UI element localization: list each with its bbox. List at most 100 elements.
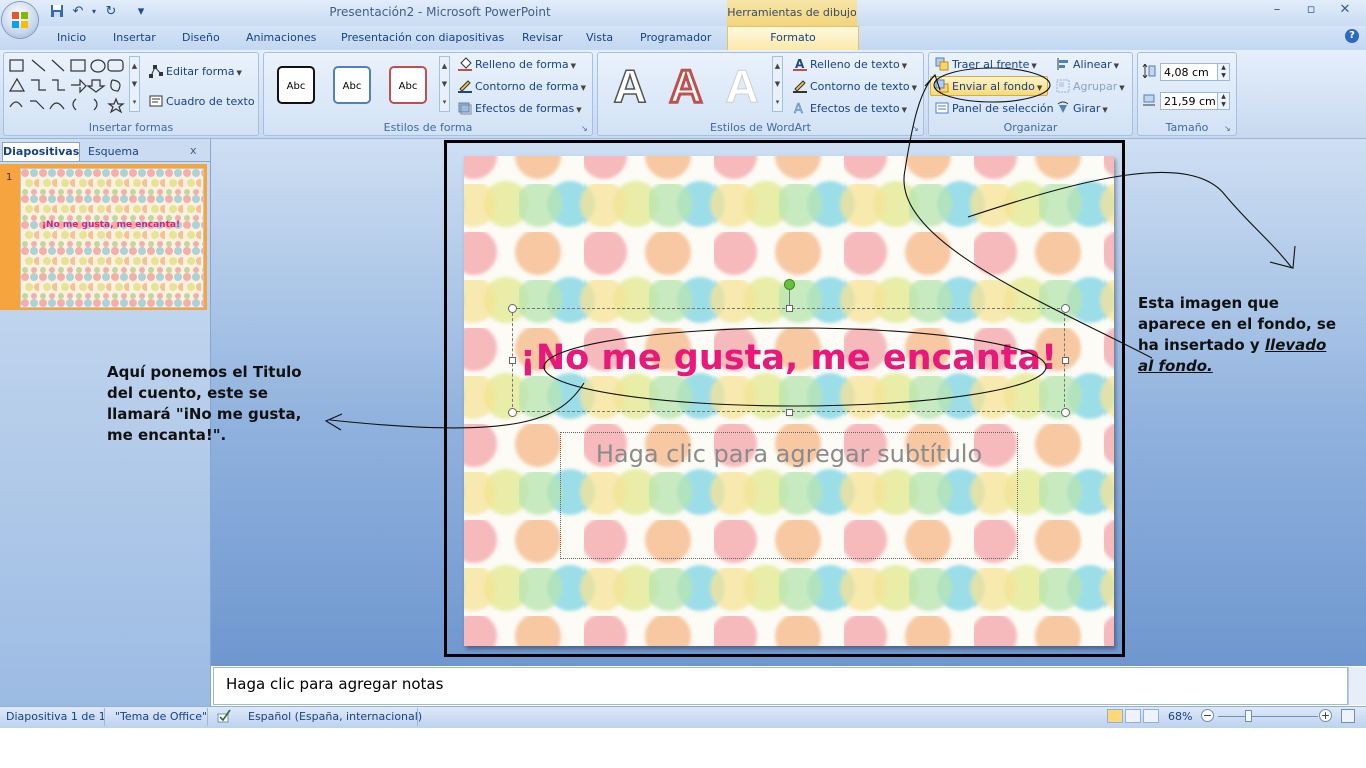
wordart-style-red[interactable]: A: [662, 61, 710, 112]
group-icon: [1056, 79, 1070, 93]
bring-front-icon: [935, 57, 949, 71]
notes-placeholder[interactable]: Haga clic para agregar notas: [226, 675, 443, 693]
text-box-button[interactable]: Cuadro de texto: [149, 94, 255, 108]
annotation-line: Esta imagen que: [1138, 294, 1279, 312]
shape-styles-scroll[interactable]: ▲ ▼ ▾: [439, 56, 450, 112]
shape-style-black[interactable]: Abc: [277, 66, 315, 104]
annotation-line: me encanta!".: [107, 426, 227, 444]
help-icon[interactable]: ?: [1345, 29, 1359, 43]
wordart-launcher-icon[interactable]: ↘: [912, 124, 919, 133]
height-input[interactable]: 4,08 cm: [1160, 63, 1224, 81]
shape-style-red[interactable]: Abc: [389, 66, 427, 104]
zoom-out-icon[interactable]: −: [1201, 709, 1214, 722]
normal-view-icon[interactable]: [1107, 709, 1123, 723]
thumbnail-title: ¡No me gusta, me encanta!: [41, 220, 181, 230]
close-button[interactable]: ✕: [1330, 2, 1360, 20]
vertical-scrollbar[interactable]: [1348, 667, 1366, 705]
width-input[interactable]: 21,59 cm: [1160, 92, 1224, 110]
resize-handle[interactable]: [508, 408, 517, 417]
selection-pane-button[interactable]: Panel de selección: [935, 101, 1054, 115]
shape-style-blue[interactable]: Abc: [333, 66, 371, 104]
right-annotation: Esta imagen que aparece en el fondo, se …: [1138, 293, 1336, 377]
tab-insertar[interactable]: Insertar: [113, 31, 156, 44]
height-spinner[interactable]: ▲ ▼: [1217, 63, 1230, 81]
language[interactable]: Español (España, internacional): [248, 710, 422, 723]
shape-outline-button[interactable]: Contorno de forma ▼: [458, 79, 586, 93]
group-label: Estilos de WordArt: [710, 121, 811, 134]
resize-handle[interactable]: [786, 409, 793, 416]
zoom-slider-thumb[interactable]: [1245, 710, 1252, 722]
text-outline-button[interactable]: Contorno de texto ▼: [793, 79, 917, 93]
selection-pane-label: Panel de selección: [952, 102, 1054, 115]
tab-animaciones[interactable]: Animaciones: [246, 31, 316, 44]
shape-styles-launcher-icon[interactable]: ↘: [581, 124, 588, 133]
group-label: Estilos de forma: [383, 121, 473, 134]
tab-inicio[interactable]: Inicio: [57, 31, 86, 44]
annotation-line: llamará "iNo me gusta,: [107, 405, 302, 423]
group-button[interactable]: Agrupar ▼: [1056, 79, 1125, 93]
align-icon: [1056, 57, 1070, 71]
edit-shape-button[interactable]: Editar forma ▼: [149, 64, 242, 78]
annotation-line: del cuento, este se: [107, 384, 268, 402]
resize-handle[interactable]: [1061, 304, 1070, 313]
rotate-button[interactable]: Girar ▼: [1056, 101, 1108, 115]
shapes-scroll[interactable]: ▲ ▼ ▾: [129, 56, 140, 112]
slide-position: Diapositiva 1 de 1: [6, 710, 106, 723]
zoom-slider-track[interactable]: [1218, 716, 1318, 717]
slide-thumbnail[interactable]: [20, 168, 204, 308]
tab-vista[interactable]: Vista: [586, 31, 613, 44]
rotation-handle[interactable]: [784, 279, 795, 290]
tab-revisar[interactable]: Revisar: [522, 31, 562, 44]
shape-fill-label: Relleno de forma: [475, 58, 569, 71]
align-button[interactable]: Alinear ▼: [1056, 57, 1119, 71]
width-icon: [1142, 93, 1156, 107]
wordart-style-light[interactable]: A: [718, 62, 766, 111]
office-button[interactable]: [2, 2, 38, 38]
annotation-line: ha insertado y: [1138, 336, 1265, 354]
wordart-style-outline[interactable]: A: [606, 61, 654, 111]
shape-effects-icon: [458, 101, 472, 115]
shape-fill-button[interactable]: Relleno de forma ▼: [458, 57, 576, 71]
resize-handle[interactable]: [508, 304, 517, 313]
align-label: Alinear: [1073, 58, 1112, 71]
text-fill-button[interactable]: A Relleno de texto ▼: [793, 57, 907, 71]
status-divider: [417, 708, 418, 726]
width-spinner[interactable]: ▲ ▼: [1217, 92, 1230, 110]
spelling-check-icon[interactable]: [216, 708, 232, 724]
height-icon: [1142, 63, 1156, 79]
send-back-button[interactable]: Enviar al fondo ▼: [935, 79, 1042, 93]
close-pane-icon[interactable]: x: [190, 144, 197, 157]
tab-outline[interactable]: Esquema: [80, 143, 174, 160]
tab-presentacion[interactable]: Presentación con diapositivas: [341, 31, 504, 44]
fit-to-window-icon[interactable]: [1341, 709, 1355, 723]
resize-handle[interactable]: [1061, 408, 1070, 417]
maximize-button[interactable]: ▫: [1296, 2, 1326, 20]
tab-programador[interactable]: Programador: [640, 31, 711, 44]
zoom-in-icon[interactable]: +: [1319, 709, 1332, 722]
group-label: Organizar: [1003, 121, 1058, 134]
selection-pane-icon: [935, 101, 949, 115]
minimize-button[interactable]: –: [1262, 2, 1292, 20]
annotation-line: aparece en el fondo, se: [1138, 315, 1337, 333]
tab-formato[interactable]: Formato: [727, 26, 859, 51]
slide-sorter-icon[interactable]: [1125, 709, 1141, 723]
drawing-tools-label: Herramientas de dibujo: [727, 0, 857, 26]
tab-diseno[interactable]: Diseño: [182, 31, 220, 44]
shapes-gallery[interactable]: [8, 57, 128, 115]
bring-front-button[interactable]: Traer al frente ▼: [935, 57, 1037, 71]
text-box-icon: [149, 94, 163, 108]
resize-handle[interactable]: [786, 305, 793, 312]
text-fill-label: Relleno de texto: [810, 58, 900, 71]
slideshow-view-icon[interactable]: [1143, 709, 1159, 723]
zoom-level[interactable]: 68%: [1168, 710, 1192, 723]
size-launcher-icon[interactable]: ↘: [1224, 124, 1231, 133]
slide-title[interactable]: ¡No me gusta, me encanta!: [512, 338, 1065, 378]
group-label: Agrupar: [1073, 80, 1118, 93]
wordart-scroll[interactable]: ▲ ▼ ▾: [772, 56, 783, 112]
tab-slides[interactable]: Diapositivas: [2, 142, 80, 161]
subtitle-placeholder-text[interactable]: Haga clic para agregar subtítulo: [560, 440, 1018, 468]
shape-effects-label: Efectos de formas: [475, 102, 575, 115]
text-effects-button[interactable]: A Efectos de texto ▼: [793, 101, 907, 118]
polka-dot-thumbnail: [21, 169, 203, 307]
shape-effects-button[interactable]: Efectos de formas ▼: [458, 101, 582, 115]
